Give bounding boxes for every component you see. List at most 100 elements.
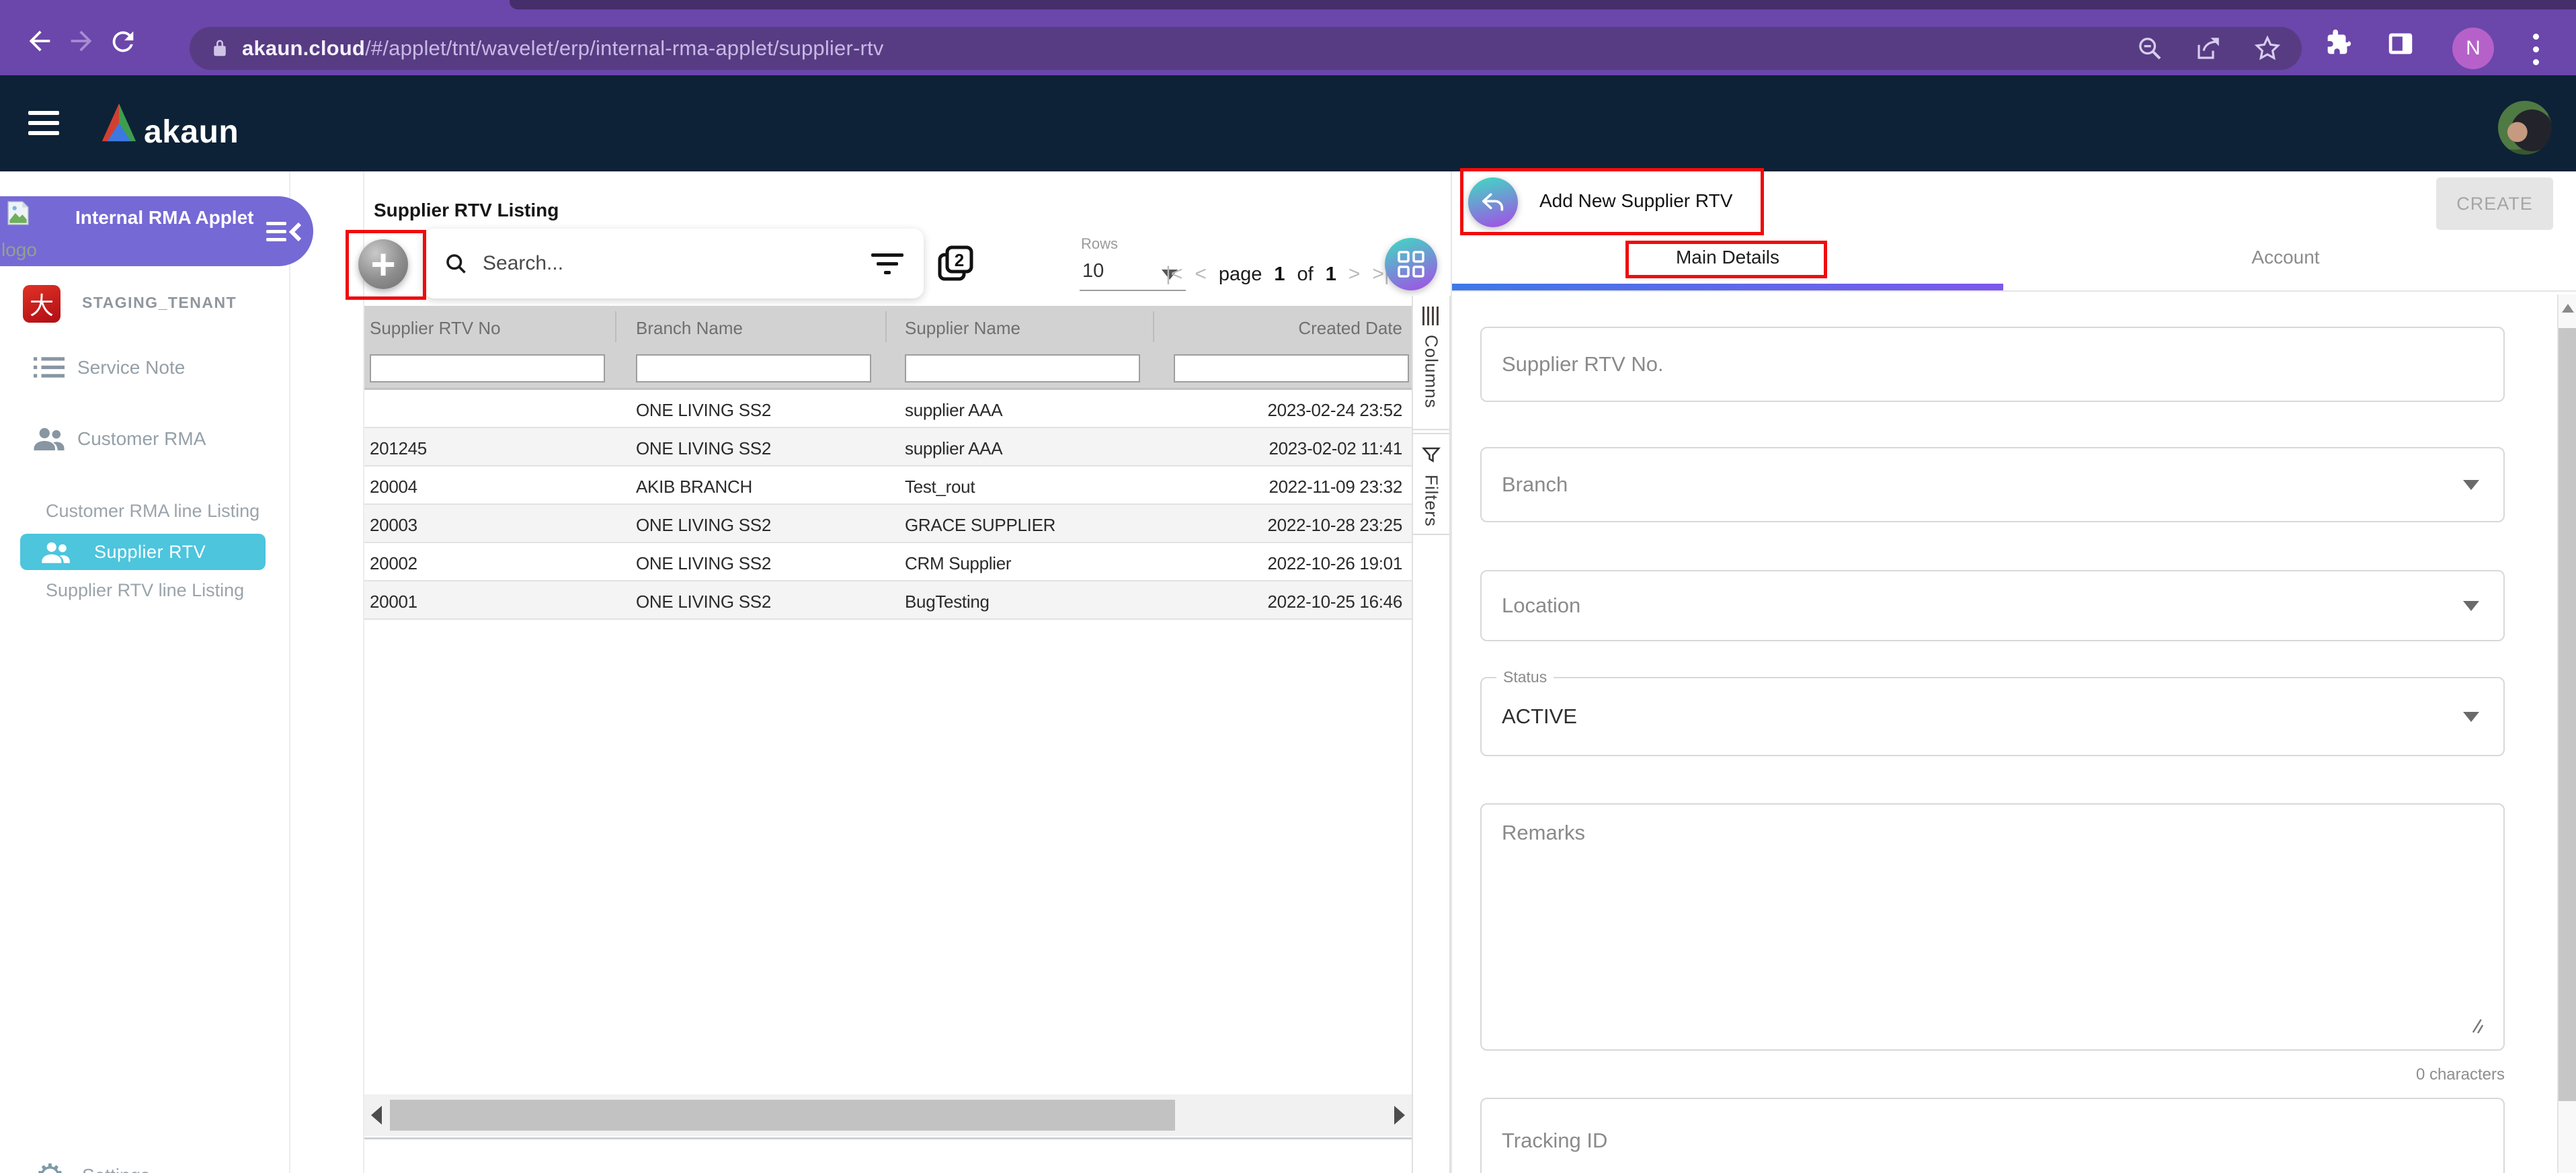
sidebar-item-settings[interactable]: Settings bbox=[82, 1165, 150, 1173]
svg-text:2: 2 bbox=[955, 250, 964, 270]
tab-account[interactable]: Account bbox=[2010, 247, 2561, 268]
column-header-supplier-rtv-no[interactable]: Supplier RTV No bbox=[370, 318, 501, 339]
columns-grip-icon bbox=[1422, 307, 1441, 325]
table-row[interactable]: 201245 ONE LIVING SS2 supplier AAA 2023-… bbox=[364, 428, 1412, 467]
filters-rail-tab[interactable]: Filters bbox=[1413, 433, 1449, 535]
table-row[interactable]: 20002 ONE LIVING SS2 CRM Supplier 2022-1… bbox=[364, 543, 1412, 581]
filter-input-created-date[interactable] bbox=[1174, 354, 1409, 382]
user-avatar[interactable] bbox=[2498, 101, 2552, 155]
first-page-button[interactable]: |< bbox=[1166, 263, 1182, 286]
browser-profile-avatar[interactable]: N bbox=[2452, 28, 2494, 69]
dropdown-caret-icon[interactable] bbox=[2463, 712, 2479, 722]
share-icon[interactable] bbox=[2194, 34, 2222, 63]
cell-supplier-name: CRM Supplier bbox=[905, 553, 1011, 574]
scroll-left-icon[interactable] bbox=[371, 1106, 382, 1125]
duplicate-view-icon[interactable]: 2 bbox=[936, 244, 975, 283]
active-tab-indicator bbox=[1452, 284, 2003, 290]
column-header-branch-name[interactable]: Branch Name bbox=[636, 318, 743, 339]
filter-input-branch-name[interactable] bbox=[636, 354, 871, 382]
table-row[interactable]: 20001 ONE LIVING SS2 BugTesting 2022-10-… bbox=[364, 581, 1412, 620]
cell-created-date: 2022-11-09 23:32 bbox=[1269, 477, 1402, 497]
sidebar: logo Internal RMA Applet 大 STAGING_TENAN… bbox=[0, 171, 290, 1173]
supplier-rtv-no-field[interactable]: Supplier RTV No. bbox=[1480, 327, 2505, 402]
cell-supplier-rtv-no: 20003 bbox=[370, 515, 417, 536]
browser-tab-strip bbox=[0, 0, 2576, 9]
cell-supplier-name: BugTesting bbox=[905, 592, 990, 612]
scroll-up-icon[interactable] bbox=[2562, 304, 2574, 313]
location-placeholder: Location bbox=[1502, 594, 1580, 618]
next-page-button[interactable]: > bbox=[1349, 263, 1361, 286]
cell-branch-name: ONE LIVING SS2 bbox=[636, 438, 771, 459]
search-icon bbox=[444, 251, 468, 276]
filter-list-icon[interactable] bbox=[871, 253, 903, 274]
current-page-number: 1 bbox=[1274, 264, 1285, 286]
applet-logo-alt-text: logo bbox=[1, 239, 37, 261]
table-row[interactable]: ONE LIVING SS2 supplier AAA 2023-02-24 2… bbox=[364, 390, 1412, 428]
annotation-box-panel-title bbox=[1460, 168, 1764, 235]
settings-gear-icon[interactable]: ⚙ bbox=[35, 1157, 65, 1173]
columns-rail-tab[interactable]: Columns bbox=[1413, 296, 1449, 430]
filter-input-supplier-name[interactable] bbox=[905, 354, 1140, 382]
sidebar-item-supplier-rtv[interactable]: Supplier RTV bbox=[20, 534, 266, 570]
resize-handle-icon[interactable] bbox=[2470, 1017, 2486, 1033]
back-icon[interactable] bbox=[24, 26, 55, 56]
reload-icon[interactable] bbox=[108, 26, 138, 57]
annotation-box-add-button bbox=[346, 230, 426, 300]
sidebar-collapse-icon[interactable] bbox=[266, 221, 303, 243]
create-button[interactable]: CREATE bbox=[2436, 177, 2553, 230]
branch-field[interactable]: Branch bbox=[1480, 447, 2505, 522]
horizontal-scrollbar[interactable] bbox=[364, 1094, 1412, 1136]
dropdown-caret-icon[interactable] bbox=[2463, 601, 2479, 611]
table-body: ONE LIVING SS2 supplier AAA 2023-02-24 2… bbox=[364, 388, 1412, 620]
service-note-list-icon bbox=[34, 355, 65, 380]
vertical-scrollbar[interactable] bbox=[2557, 294, 2576, 1173]
rows-per-page-select[interactable]: 10 bbox=[1082, 260, 1104, 282]
sidebar-item-customer-rma-line-listing[interactable]: Customer RMA line Listing bbox=[46, 501, 259, 522]
vertical-scrollbar-thumb[interactable] bbox=[2559, 328, 2576, 1101]
address-bar[interactable]: akaun.cloud/#/applet/tnt/wavelet/erp/int… bbox=[190, 27, 2302, 70]
dropdown-caret-icon[interactable] bbox=[2463, 480, 2479, 490]
sidebar-item-customer-rma[interactable]: Customer RMA bbox=[77, 428, 206, 450]
sidebar-item-supplier-rtv-line-listing[interactable]: Supplier RTV line Listing bbox=[46, 580, 244, 601]
cell-created-date: 2023-02-24 23:52 bbox=[1268, 400, 1402, 421]
table-row[interactable]: 20004 AKIB BRANCH Test_rout 2022-11-09 2… bbox=[364, 467, 1412, 505]
filter-input-supplier-rtv-no[interactable] bbox=[370, 354, 605, 382]
cell-supplier-rtv-no: 20002 bbox=[370, 553, 417, 574]
cell-branch-name: ONE LIVING SS2 bbox=[636, 400, 771, 421]
hamburger-menu-icon[interactable] bbox=[28, 111, 59, 141]
lock-icon bbox=[210, 37, 230, 60]
status-field[interactable]: Status ACTIVE bbox=[1480, 677, 2505, 756]
side-panel-icon[interactable] bbox=[2385, 28, 2416, 59]
app-header: akaun bbox=[0, 75, 2576, 171]
horizontal-scrollbar-thumb[interactable] bbox=[390, 1100, 1175, 1131]
browser-toolbar: akaun.cloud/#/applet/tnt/wavelet/erp/int… bbox=[0, 9, 2576, 75]
table-side-rail: Columns Filters bbox=[1412, 296, 1451, 1173]
remarks-field[interactable]: Remarks bbox=[1480, 803, 2505, 1051]
tracking-id-field[interactable]: Tracking ID bbox=[1480, 1098, 2505, 1173]
sidebar-item-service-note[interactable]: Service Note bbox=[77, 357, 185, 378]
scroll-right-icon[interactable] bbox=[1394, 1106, 1405, 1125]
bookmark-star-icon[interactable] bbox=[2253, 34, 2282, 63]
filters-funnel-icon bbox=[1421, 445, 1441, 465]
of-word: of bbox=[1297, 264, 1314, 286]
listing-title: Supplier RTV Listing bbox=[374, 200, 559, 221]
tenant-icon[interactable]: 大 bbox=[23, 285, 61, 323]
divider bbox=[1452, 290, 2576, 292]
column-header-created-date[interactable]: Created Date bbox=[1298, 318, 1402, 339]
column-header-supplier-name[interactable]: Supplier Name bbox=[905, 318, 1020, 339]
columns-rail-label: Columns bbox=[1421, 335, 1442, 409]
table-header-row: Supplier RTV No Branch Name Supplier Nam… bbox=[364, 306, 1412, 349]
prev-page-button[interactable]: < bbox=[1195, 263, 1207, 286]
forward-icon[interactable] bbox=[66, 26, 97, 56]
browser-menu-icon[interactable] bbox=[2533, 34, 2540, 72]
search-input[interactable] bbox=[483, 252, 871, 275]
grid-view-button[interactable] bbox=[1385, 238, 1437, 290]
sidebar-item-staging-tenant[interactable]: STAGING_TENANT bbox=[82, 294, 237, 312]
remarks-placeholder: Remarks bbox=[1502, 821, 1585, 845]
extensions-puzzle-icon[interactable] bbox=[2323, 27, 2353, 58]
cell-branch-name: AKIB BRANCH bbox=[636, 477, 752, 497]
filters-rail-label: Filters bbox=[1421, 475, 1442, 527]
zoom-out-icon[interactable] bbox=[2136, 35, 2163, 62]
location-field[interactable]: Location bbox=[1480, 570, 2505, 641]
table-row[interactable]: 20003 ONE LIVING SS2 GRACE SUPPLIER 2022… bbox=[364, 505, 1412, 543]
